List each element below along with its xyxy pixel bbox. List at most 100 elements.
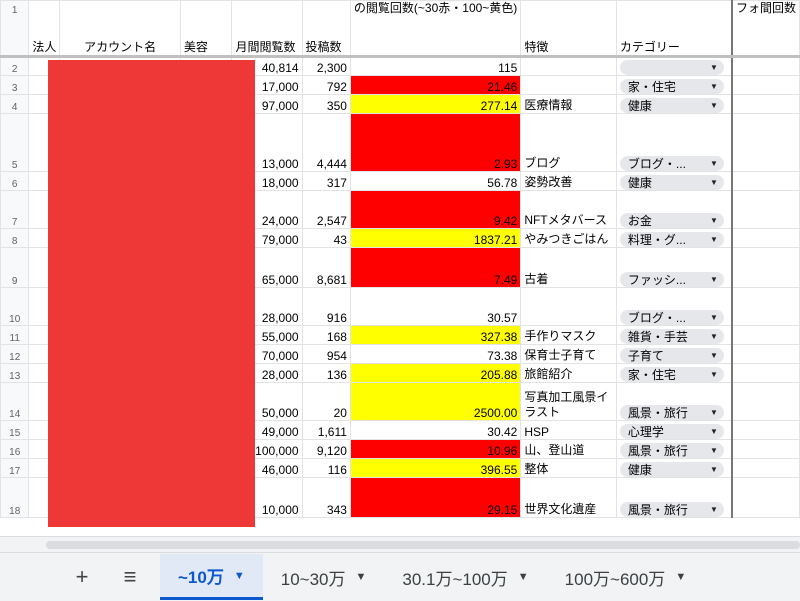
chevron-down-icon[interactable]: ▼ [710, 332, 718, 341]
row-header[interactable]: 2 [0, 56, 30, 76]
cell-feature[interactable]: 整体 [520, 458, 617, 478]
cell-posts[interactable]: 2,300 [301, 56, 351, 76]
cell-posts[interactable]: 9,120 [301, 439, 351, 459]
cell-category[interactable]: 風景・旅行 ▼ [615, 382, 733, 421]
sheet-tab[interactable]: 100万~600万 ▼ [547, 554, 705, 600]
row-header[interactable]: 1 [0, 0, 30, 58]
cell-posts[interactable]: 916 [301, 287, 351, 326]
cell-followers[interactable] [731, 458, 800, 478]
cell-views-per-post[interactable]: 115 [349, 56, 522, 76]
category-dropdown-chip[interactable]: 風景・旅行 ▼ [619, 443, 724, 458]
cell-followers[interactable] [731, 287, 800, 326]
row-header[interactable]: 5 [0, 113, 30, 172]
cell-feature[interactable]: 旅館紹介 [520, 363, 617, 383]
cell-views-per-post[interactable]: 30.57 [349, 287, 522, 326]
cell-views-per-post[interactable]: 396.55 [349, 458, 522, 478]
cell-posts[interactable]: 954 [301, 344, 351, 364]
chevron-down-icon[interactable]: ▼ [710, 101, 718, 110]
cell-feature[interactable]: 手作りマスク [520, 325, 617, 345]
cell-category[interactable]: ブログ・... ▼ [615, 287, 733, 326]
chevron-down-icon[interactable]: ▼ [710, 159, 718, 168]
chevron-down-icon[interactable]: ▼ [518, 571, 529, 583]
cell-category[interactable]: 心理学 ▼ [615, 420, 733, 440]
header-cell-company[interactable]: 法人 [28, 0, 61, 58]
chevron-down-icon[interactable]: ▼ [710, 275, 718, 284]
cell-posts[interactable]: 116 [301, 458, 351, 478]
chevron-down-icon[interactable]: ▼ [710, 313, 718, 322]
cell-views-per-post[interactable]: 1837.21 [349, 228, 522, 248]
cell-feature[interactable] [520, 287, 617, 326]
row-header[interactable]: 16 [0, 439, 30, 459]
cell-feature[interactable]: 医療情報 [520, 94, 617, 114]
cell-views-per-post[interactable]: 205.88 [349, 363, 522, 383]
row-header[interactable]: 7 [0, 190, 30, 229]
cell-views-per-post[interactable]: 327.38 [349, 325, 522, 345]
cell-posts[interactable]: 343 [301, 477, 351, 518]
cell-posts[interactable]: 8,681 [301, 247, 351, 288]
cell-feature[interactable]: 山、登山道 [520, 439, 617, 459]
cell-feature[interactable]: 写真加工風景イラスト [520, 382, 617, 421]
cell-category[interactable]: 風景・旅行 ▼ [615, 477, 733, 518]
row-header[interactable]: 12 [0, 344, 30, 364]
cell-posts[interactable]: 43 [301, 228, 351, 248]
category-dropdown-chip[interactable]: 心理学 ▼ [619, 424, 724, 439]
row-header[interactable]: 6 [0, 171, 30, 191]
cell-followers[interactable] [731, 477, 800, 518]
cell-category[interactable]: ブログ・... ▼ [615, 113, 733, 172]
cell-category[interactable]: 健康 ▼ [615, 458, 733, 478]
chevron-down-icon[interactable]: ▼ [710, 446, 718, 455]
cell-followers[interactable] [731, 382, 800, 421]
category-dropdown-chip[interactable]: 健康 ▼ [619, 462, 724, 477]
cell-posts[interactable]: 20 [301, 382, 351, 421]
chevron-down-icon[interactable]: ▼ [710, 178, 718, 187]
cell-feature[interactable]: HSP [520, 420, 617, 440]
cell-feature[interactable] [520, 56, 617, 76]
chevron-down-icon[interactable]: ▼ [710, 408, 718, 417]
row-header[interactable]: 18 [0, 477, 30, 518]
cell-followers[interactable] [731, 420, 800, 440]
category-dropdown-chip[interactable]: 子育て ▼ [619, 348, 724, 363]
category-dropdown-chip[interactable]: 風景・旅行 ▼ [619, 405, 724, 420]
cell-category[interactable]: 健康 ▼ [615, 171, 733, 191]
row-header[interactable]: 11 [0, 325, 30, 345]
header-cell-views-per-post[interactable]: の閲覧回数(~30赤・100~黄色) [349, 0, 522, 58]
cell-views-per-post[interactable]: 30.42 [349, 420, 522, 440]
category-dropdown-chip[interactable]: ファッシ... ▼ [619, 272, 724, 287]
cell-feature[interactable]: 保育士子育て [520, 344, 617, 364]
cell-views-per-post[interactable]: 73.38 [349, 344, 522, 364]
cell-views-per-post[interactable]: 2.93 [349, 113, 522, 172]
cell-feature[interactable]: ブログ [520, 113, 617, 172]
cell-posts[interactable]: 168 [301, 325, 351, 345]
cell-views-per-post[interactable]: 277.14 [349, 94, 522, 114]
cell-posts[interactable]: 317 [301, 171, 351, 191]
cell-posts[interactable]: 350 [301, 94, 351, 114]
cell-views-per-post[interactable]: 9.42 [349, 190, 522, 229]
chevron-down-icon[interactable]: ▼ [710, 351, 718, 360]
row-header[interactable]: 13 [0, 363, 30, 383]
cell-feature[interactable] [520, 75, 617, 95]
cell-category[interactable]: ▼ [615, 56, 733, 76]
chevron-down-icon[interactable]: ▼ [710, 505, 718, 514]
chevron-down-icon[interactable]: ▼ [710, 216, 718, 225]
cell-posts[interactable]: 792 [301, 75, 351, 95]
row-header[interactable]: 10 [0, 287, 30, 326]
cell-followers[interactable] [731, 94, 800, 114]
category-dropdown-chip[interactable]: 家・住宅 ▼ [619, 367, 724, 382]
category-dropdown-chip[interactable]: 家・住宅 ▼ [619, 79, 724, 94]
chevron-down-icon[interactable]: ▼ [710, 370, 718, 379]
chevron-down-icon[interactable]: ▼ [710, 427, 718, 436]
chevron-down-icon[interactable]: ▼ [710, 63, 718, 72]
cell-posts[interactable]: 4,444 [301, 113, 351, 172]
header-cell-category[interactable]: カテゴリー [615, 0, 733, 58]
chevron-down-icon[interactable]: ▼ [710, 235, 718, 244]
cell-views-per-post[interactable]: 10.96 [349, 439, 522, 459]
chevron-down-icon[interactable]: ▼ [710, 82, 718, 91]
cell-views-per-post[interactable]: 56.78 [349, 171, 522, 191]
category-dropdown-chip[interactable]: 健康 ▼ [619, 98, 724, 113]
header-cell-account-name[interactable]: アカウント名 [59, 0, 181, 58]
cell-feature[interactable]: やみつきごはん [520, 228, 617, 248]
category-dropdown-chip[interactable]: 料理・グ... ▼ [619, 232, 724, 247]
cell-followers[interactable] [731, 247, 800, 288]
cell-category[interactable]: ファッシ... ▼ [615, 247, 733, 288]
cell-followers[interactable] [731, 171, 800, 191]
